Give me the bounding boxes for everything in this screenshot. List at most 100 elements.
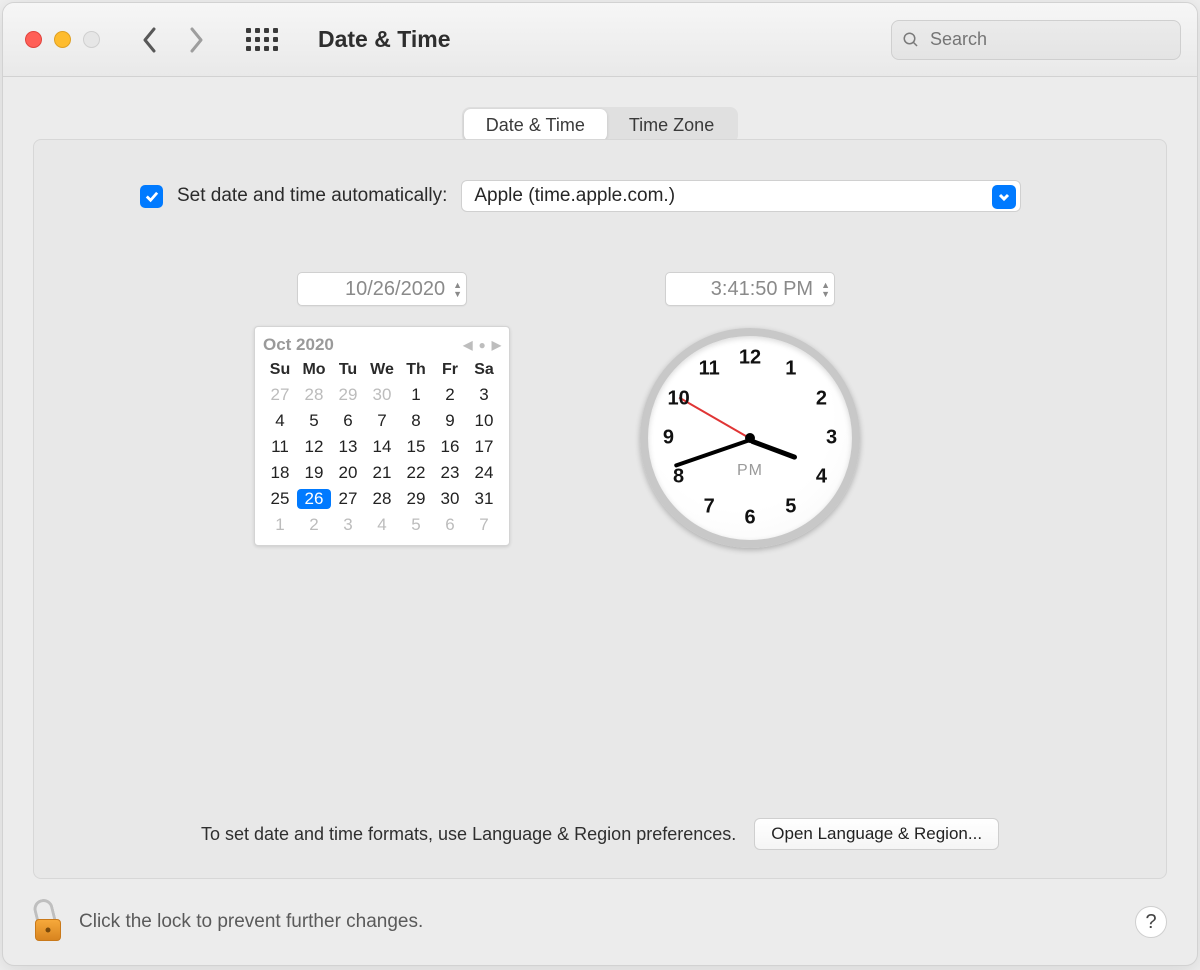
calendar-dow: Tu: [331, 361, 365, 379]
clock-numeral: 7: [704, 496, 715, 519]
calendar-day: 27: [331, 489, 365, 509]
clock-numeral: 11: [699, 357, 720, 380]
calendar-day: 9: [433, 411, 467, 431]
calendar: Oct 2020 ◀ ● ▶ SuMoTuWeThFrSa27282930123…: [254, 326, 510, 546]
calendar-day: 1: [263, 515, 297, 535]
calendar-day: 30: [365, 385, 399, 405]
minimize-button[interactable]: [54, 31, 71, 48]
clock-numeral: 5: [785, 496, 796, 519]
show-all-icon[interactable]: [246, 28, 278, 51]
time-stepper-arrows: ▲ ▼: [821, 281, 830, 298]
calendar-day: 4: [365, 515, 399, 535]
search-icon: [902, 30, 920, 50]
calendar-day: 12: [297, 437, 331, 457]
calendar-dow: Th: [399, 361, 433, 379]
calendar-day: 7: [467, 515, 501, 535]
search-input[interactable]: [928, 28, 1170, 51]
time-server-combo[interactable]: Apple (time.apple.com.): [461, 180, 1021, 212]
calendar-day: 5: [297, 411, 331, 431]
search-field[interactable]: [891, 20, 1181, 60]
calendar-next-icon: ▶: [492, 338, 501, 352]
calendar-day: 6: [433, 515, 467, 535]
format-hint: To set date and time formats, use Langua…: [201, 824, 736, 845]
calendar-day: 28: [297, 385, 331, 405]
auto-set-label: Set date and time automatically:: [177, 185, 447, 207]
clock-numeral: 12: [739, 347, 761, 370]
zoom-button: [83, 31, 100, 48]
calendar-day: 26: [297, 489, 331, 509]
calendar-day: 18: [263, 463, 297, 483]
window-footer: Click the lock to prevent further change…: [3, 879, 1197, 965]
clock-numeral: 4: [816, 465, 827, 488]
clock-ampm: PM: [737, 462, 763, 480]
calendar-day: 30: [433, 489, 467, 509]
clock-numeral: 9: [663, 427, 674, 450]
tab-date-and-time[interactable]: Date & Time: [464, 109, 607, 141]
calendar-day: 13: [331, 437, 365, 457]
main-panel: Set date and time automatically: Apple (…: [33, 139, 1167, 879]
calendar-day: 15: [399, 437, 433, 457]
calendar-day: 29: [399, 489, 433, 509]
back-button[interactable]: [142, 27, 158, 53]
close-button[interactable]: [25, 31, 42, 48]
stepper-down-icon: ▼: [821, 290, 830, 298]
calendar-prev-icon: ◀: [463, 338, 472, 352]
calendar-day: 11: [263, 437, 297, 457]
calendar-day: 16: [433, 437, 467, 457]
calendar-day: 17: [467, 437, 501, 457]
calendar-day: 8: [399, 411, 433, 431]
titlebar: Date & Time: [3, 3, 1197, 77]
clock-numeral: 3: [826, 427, 837, 450]
calendar-day: 2: [433, 385, 467, 405]
date-column: 10/26/2020 ▲ ▼ Oct 2020 ◀ ● ▶: [254, 272, 510, 548]
content: Date & Time Time Zone Set date and time …: [3, 77, 1197, 879]
calendar-day: 1: [399, 385, 433, 405]
stepper-up-icon: ▲: [821, 281, 830, 289]
hour-hand: [749, 438, 798, 460]
calendar-today-icon: ●: [479, 338, 486, 352]
time-server-value: Apple (time.apple.com.): [474, 185, 675, 207]
chevron-down-icon: [992, 185, 1016, 209]
clock-center-icon: [745, 433, 755, 443]
calendar-month-label: Oct 2020: [263, 335, 334, 355]
calendar-day: 29: [331, 385, 365, 405]
lock-text: Click the lock to prevent further change…: [79, 911, 423, 933]
stepper-up-icon: ▲: [453, 281, 462, 289]
tab-time-zone[interactable]: Time Zone: [607, 109, 736, 141]
calendar-dow: Mo: [297, 361, 331, 379]
date-stepper: 10/26/2020 ▲ ▼: [297, 272, 467, 306]
calendar-day: 2: [297, 515, 331, 535]
traffic-lights: [25, 31, 100, 48]
calendar-dow: We: [365, 361, 399, 379]
auto-set-checkbox[interactable]: [140, 185, 163, 208]
calendar-dow: Fr: [433, 361, 467, 379]
clock-numeral: 6: [744, 506, 755, 529]
forward-button: [188, 27, 204, 53]
calendar-day: 31: [467, 489, 501, 509]
calendar-day: 19: [297, 463, 331, 483]
calendar-day: 3: [331, 515, 365, 535]
panel-footer: To set date and time formats, use Langua…: [84, 806, 1116, 854]
calendar-day: 27: [263, 385, 297, 405]
time-value: 3:41:50 PM: [680, 278, 821, 301]
calendar-day: 28: [365, 489, 399, 509]
calendar-day: 10: [467, 411, 501, 431]
nav-buttons: [142, 27, 204, 53]
auto-set-row: Set date and time automatically: Apple (…: [140, 180, 1116, 212]
clock-numeral: 2: [816, 388, 827, 411]
clock-numeral: 8: [673, 465, 684, 488]
time-column: 3:41:50 PM ▲ ▼ PM 12 12 3 4: [640, 272, 860, 548]
clock-numeral: 1: [785, 357, 796, 380]
lock-icon[interactable]: [33, 903, 63, 941]
page-title: Date & Time: [318, 26, 451, 53]
calendar-day: 23: [433, 463, 467, 483]
calendar-day: 22: [399, 463, 433, 483]
calendar-day: 24: [467, 463, 501, 483]
calendar-day: 6: [331, 411, 365, 431]
help-button[interactable]: ?: [1135, 906, 1167, 938]
calendar-day: 25: [263, 489, 297, 509]
open-language-region-button[interactable]: Open Language & Region...: [754, 818, 999, 850]
calendar-dow: Sa: [467, 361, 501, 379]
calendar-day: 21: [365, 463, 399, 483]
analog-clock: PM 121234567891011: [640, 328, 860, 548]
